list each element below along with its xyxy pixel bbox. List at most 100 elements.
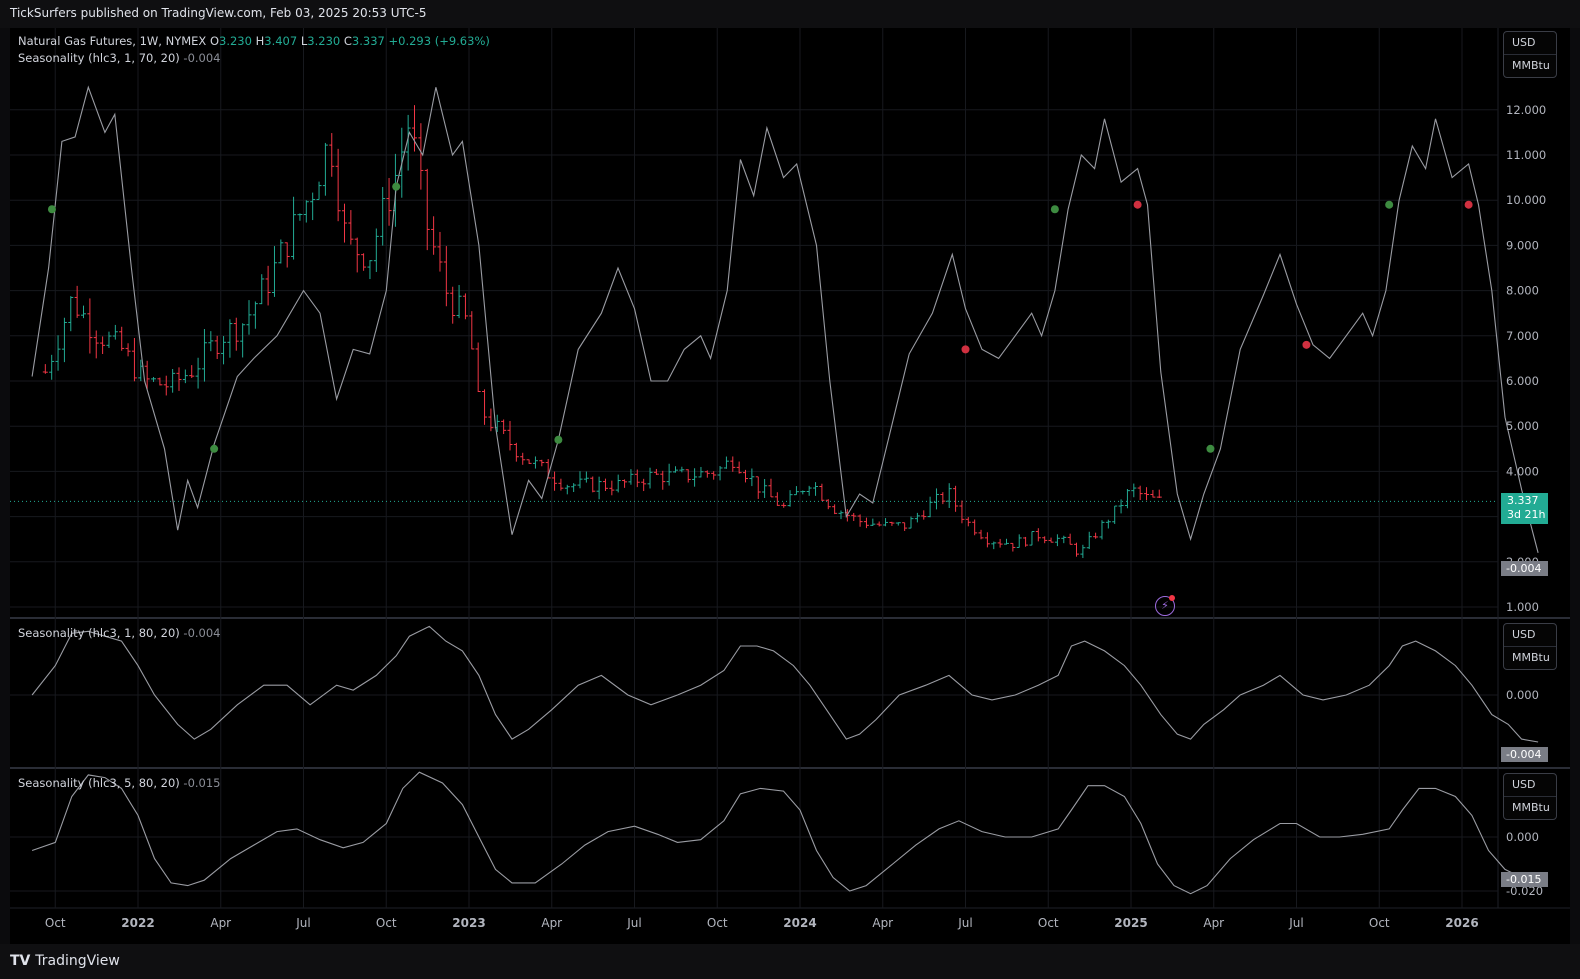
ohlc-bar bbox=[876, 521, 882, 527]
ohlc-bar bbox=[246, 300, 252, 335]
ohlc-bar bbox=[259, 274, 265, 305]
unit-label: MMBtu bbox=[1504, 54, 1556, 77]
ohlc-bar bbox=[1074, 542, 1080, 557]
signal-dot-green bbox=[47, 205, 56, 214]
ohlc-bar bbox=[240, 323, 246, 358]
close-value: 3.337 bbox=[351, 34, 385, 48]
ohlc-bar bbox=[1112, 505, 1118, 524]
tradingview-logo[interactable]: 𝗧𝗩 TradingView bbox=[10, 953, 120, 969]
ohlc-bar bbox=[889, 521, 895, 526]
ohlc-bar bbox=[997, 538, 1003, 548]
brand-label: TradingView bbox=[35, 953, 120, 969]
ohlc-bar bbox=[513, 442, 519, 462]
ohlc-bar bbox=[978, 529, 984, 540]
ohlc-bar bbox=[163, 375, 169, 396]
ohlc-bar bbox=[475, 342, 481, 393]
ohlc-bar bbox=[921, 510, 927, 520]
ohlc-bar bbox=[577, 471, 583, 489]
ohlc-bar bbox=[252, 301, 258, 329]
ohlc-bar bbox=[717, 465, 723, 481]
indicator-value-pane3: -0.015 bbox=[183, 776, 221, 790]
ohlc-bar bbox=[526, 459, 532, 464]
ohlc-bar bbox=[602, 478, 608, 492]
indicator-name-pane3: Seasonality (hlc3, 5, 80, 20) bbox=[18, 776, 180, 790]
ohlc-bar bbox=[112, 324, 118, 340]
ohlc-bar bbox=[424, 168, 430, 251]
ohlc-bar bbox=[558, 478, 564, 491]
ohlc-bar bbox=[564, 484, 570, 495]
chart-svg: Oct 2022 Apr Jul Oct 2023 Apr Jul Oct 2024 Apr Jul O… bbox=[10, 28, 1570, 930]
time-tick-label: Oct bbox=[1038, 916, 1059, 930]
ohlc-bar bbox=[310, 192, 316, 221]
ohlc-bar bbox=[469, 311, 475, 350]
ohlc-bar bbox=[730, 456, 736, 472]
ohlc-bar bbox=[552, 471, 558, 491]
ohlc-bar bbox=[87, 298, 93, 354]
ohlc-bar bbox=[800, 490, 806, 495]
ohlc-bar bbox=[278, 239, 284, 264]
time-tick-label: Jul bbox=[1288, 916, 1303, 930]
ohlc-bar bbox=[940, 492, 946, 505]
ohlc-bar bbox=[1067, 533, 1073, 545]
ohlc-bar bbox=[902, 522, 908, 531]
unit-selector-pane3[interactable]: USD MMBtu bbox=[1503, 773, 1557, 820]
event-dot bbox=[1169, 595, 1175, 601]
ohlc-bar bbox=[106, 331, 112, 348]
ohlc-bar bbox=[634, 469, 640, 488]
ohlc-bar bbox=[933, 488, 939, 510]
footer-bar: 𝗧𝗩 TradingView bbox=[0, 944, 1580, 979]
indicator-tick-label: 0.000 bbox=[1506, 688, 1539, 702]
ohlc-bar bbox=[55, 335, 61, 371]
time-tick-label: Oct bbox=[376, 916, 397, 930]
ohlc-bar bbox=[450, 286, 456, 324]
last-price-tag: 3.337 3d 21h bbox=[1501, 493, 1548, 524]
ohlc-bar bbox=[991, 541, 997, 550]
unit-selector-pane2[interactable]: USD MMBtu bbox=[1503, 623, 1557, 670]
currency-label: USD bbox=[1512, 628, 1536, 641]
ohlc-bar bbox=[354, 237, 360, 273]
indicator-legend-pane3[interactable]: Seasonality (hlc3, 5, 80, 20) -0.015 bbox=[18, 776, 221, 790]
ohlc-bar bbox=[373, 228, 379, 272]
time-tick-label: Apr bbox=[210, 916, 231, 930]
ohlc-bar bbox=[883, 518, 889, 527]
ohlc-bar bbox=[641, 478, 647, 492]
ohlc-bar bbox=[539, 459, 545, 467]
indicator-legend-pane2[interactable]: Seasonality (hlc3, 1, 80, 20) -0.004 bbox=[18, 626, 221, 640]
unit-selector-main[interactable]: USD MMBtu bbox=[1503, 31, 1557, 78]
indicator-legend-main[interactable]: Seasonality (hlc3, 1, 70, 20) -0.004 bbox=[18, 51, 221, 65]
ohlc-bar bbox=[284, 242, 290, 268]
ohlc-bar bbox=[316, 181, 322, 200]
ohlc-bar bbox=[1035, 528, 1041, 542]
ohlc-bar bbox=[341, 203, 347, 243]
time-tick-label: 2026 bbox=[1445, 916, 1478, 930]
ohlc-bar bbox=[774, 492, 780, 506]
unit-label: MMBtu bbox=[1504, 646, 1556, 669]
ohlc-bar bbox=[418, 123, 424, 190]
ohlc-bar bbox=[520, 452, 526, 465]
indicator-value-main: -0.004 bbox=[183, 51, 221, 65]
ohlc-bar bbox=[768, 478, 774, 498]
ohlc-bar bbox=[488, 408, 494, 432]
price-tick-label: 12.000 bbox=[1506, 103, 1546, 117]
ohlc-bar bbox=[711, 471, 717, 480]
time-tick-label: Jul bbox=[626, 916, 641, 930]
seasonality-line bbox=[31, 625, 1539, 743]
signal-dot-red bbox=[1302, 340, 1311, 349]
ohlc-bar bbox=[119, 326, 125, 351]
indicator-tick-label: 0.000 bbox=[1506, 830, 1539, 844]
time-tick-label: Apr bbox=[541, 916, 562, 930]
ohlc-bar bbox=[1093, 532, 1099, 539]
time-tick-label: Jul bbox=[295, 916, 310, 930]
change-value: +0.293 (+9.63%) bbox=[388, 34, 490, 48]
seasonality-line bbox=[31, 85, 1539, 553]
ohlc-bar bbox=[660, 470, 666, 490]
ohlc-bar bbox=[93, 330, 99, 359]
ohlc-bar bbox=[972, 519, 978, 536]
ohlc-bar bbox=[1150, 489, 1156, 498]
time-tick-label: Oct bbox=[707, 916, 728, 930]
ohlc-bar bbox=[131, 337, 137, 382]
ohlc-bar bbox=[1124, 489, 1130, 509]
ohlc-bar bbox=[176, 367, 182, 391]
ohlc-bar bbox=[1144, 487, 1150, 501]
ohlc-bar bbox=[781, 502, 787, 508]
